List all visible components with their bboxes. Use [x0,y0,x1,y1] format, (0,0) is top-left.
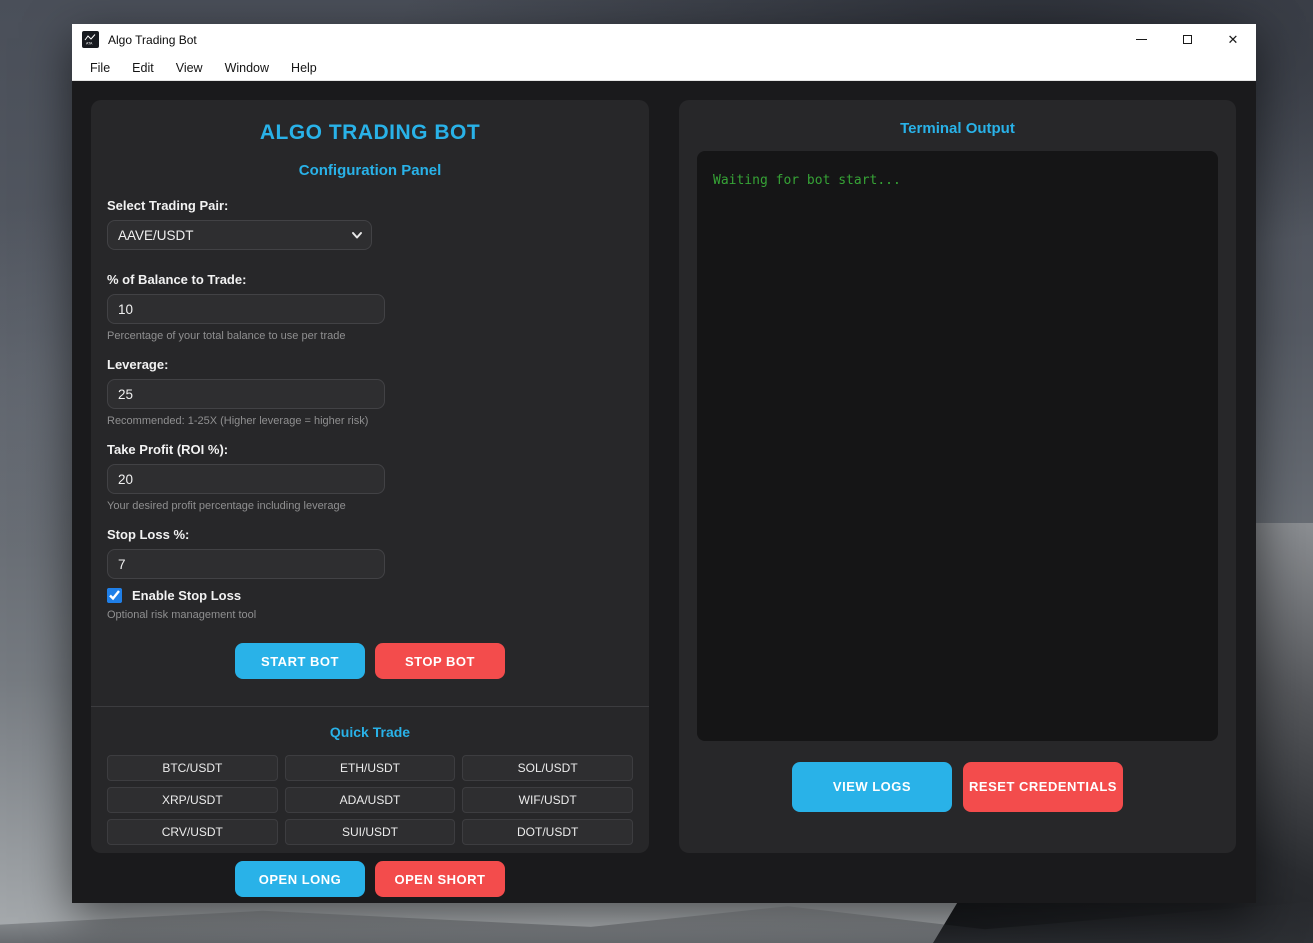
menu-window[interactable]: Window [215,58,279,78]
close-icon: ✕ [1228,32,1239,48]
quick-pair-btc[interactable]: BTC/USDT [107,755,278,781]
menu-edit[interactable]: Edit [122,58,164,78]
quick-pair-ada[interactable]: ADA/USDT [285,787,456,813]
take-profit-input[interactable] [107,464,385,494]
window-title: Algo Trading Bot [108,33,197,47]
menu-file[interactable]: File [80,58,120,78]
stop-loss-label: Stop Loss %: [107,527,633,542]
trading-pair-select[interactable]: AAVE/USDT [107,220,372,250]
config-subtitle: Configuration Panel [91,162,649,179]
terminal-text: Waiting for bot start... [713,173,901,188]
take-profit-label: Take Profit (ROI %): [107,442,633,457]
terminal-panel: Terminal Output Waiting for bot start...… [679,100,1236,853]
app-window: ATA Algo Trading Bot ✕ File Edit View Wi… [72,24,1256,903]
take-profit-help: Your desired profit percentage including… [107,500,633,512]
quick-trade-title: Quick Trade [91,724,649,740]
quick-pair-dot[interactable]: DOT/USDT [462,819,633,845]
pair-label: Select Trading Pair: [107,198,633,213]
configuration-panel: ALGO TRADING BOT Configuration Panel Sel… [91,100,649,853]
start-bot-button[interactable]: START BOT [235,643,365,679]
titlebar[interactable]: ATA Algo Trading Bot ✕ [72,24,1256,55]
stop-loss-input[interactable] [107,549,385,579]
stop-bot-button[interactable]: STOP BOT [375,643,505,679]
reset-credentials-button[interactable]: RESET CREDENTIALS [963,762,1123,812]
enable-stop-loss-label: Enable Stop Loss [132,588,241,603]
menu-help[interactable]: Help [281,58,327,78]
quick-pair-crv[interactable]: CRV/USDT [107,819,278,845]
quick-pair-sui[interactable]: SUI/USDT [285,819,456,845]
leverage-input[interactable] [107,379,385,409]
close-button[interactable]: ✕ [1210,24,1256,55]
terminal-title: Terminal Output [679,120,1236,137]
enable-stop-loss-checkbox[interactable] [107,588,122,603]
maximize-icon [1183,35,1192,44]
open-long-button[interactable]: OPEN LONG [235,861,365,897]
quick-pair-eth[interactable]: ETH/USDT [285,755,456,781]
app-logo-icon: ATA [82,31,99,48]
leverage-label: Leverage: [107,357,633,372]
quick-pair-sol[interactable]: SOL/USDT [462,755,633,781]
balance-input[interactable] [107,294,385,324]
app-title: ALGO TRADING BOT [91,121,649,145]
quick-trade-grid: BTC/USDT ETH/USDT SOL/USDT XRP/USDT ADA/… [91,755,649,845]
menu-view[interactable]: View [166,58,213,78]
open-short-button[interactable]: OPEN SHORT [375,861,505,897]
maximize-button[interactable] [1164,24,1210,55]
app-content: ALGO TRADING BOT Configuration Panel Sel… [72,81,1256,903]
terminal-output[interactable]: Waiting for bot start... [697,151,1218,741]
section-divider [91,706,649,707]
minimize-icon [1136,39,1147,40]
quick-pair-wif[interactable]: WIF/USDT [462,787,633,813]
minimize-button[interactable] [1118,24,1164,55]
balance-help: Percentage of your total balance to use … [107,330,633,342]
stop-loss-help: Optional risk management tool [107,609,633,621]
menubar: File Edit View Window Help [72,55,1256,81]
leverage-help: Recommended: 1-25X (Higher leverage = hi… [107,415,633,427]
svg-text:ATA: ATA [86,42,93,46]
view-logs-button[interactable]: VIEW LOGS [792,762,952,812]
balance-label: % of Balance to Trade: [107,272,633,287]
quick-pair-xrp[interactable]: XRP/USDT [107,787,278,813]
